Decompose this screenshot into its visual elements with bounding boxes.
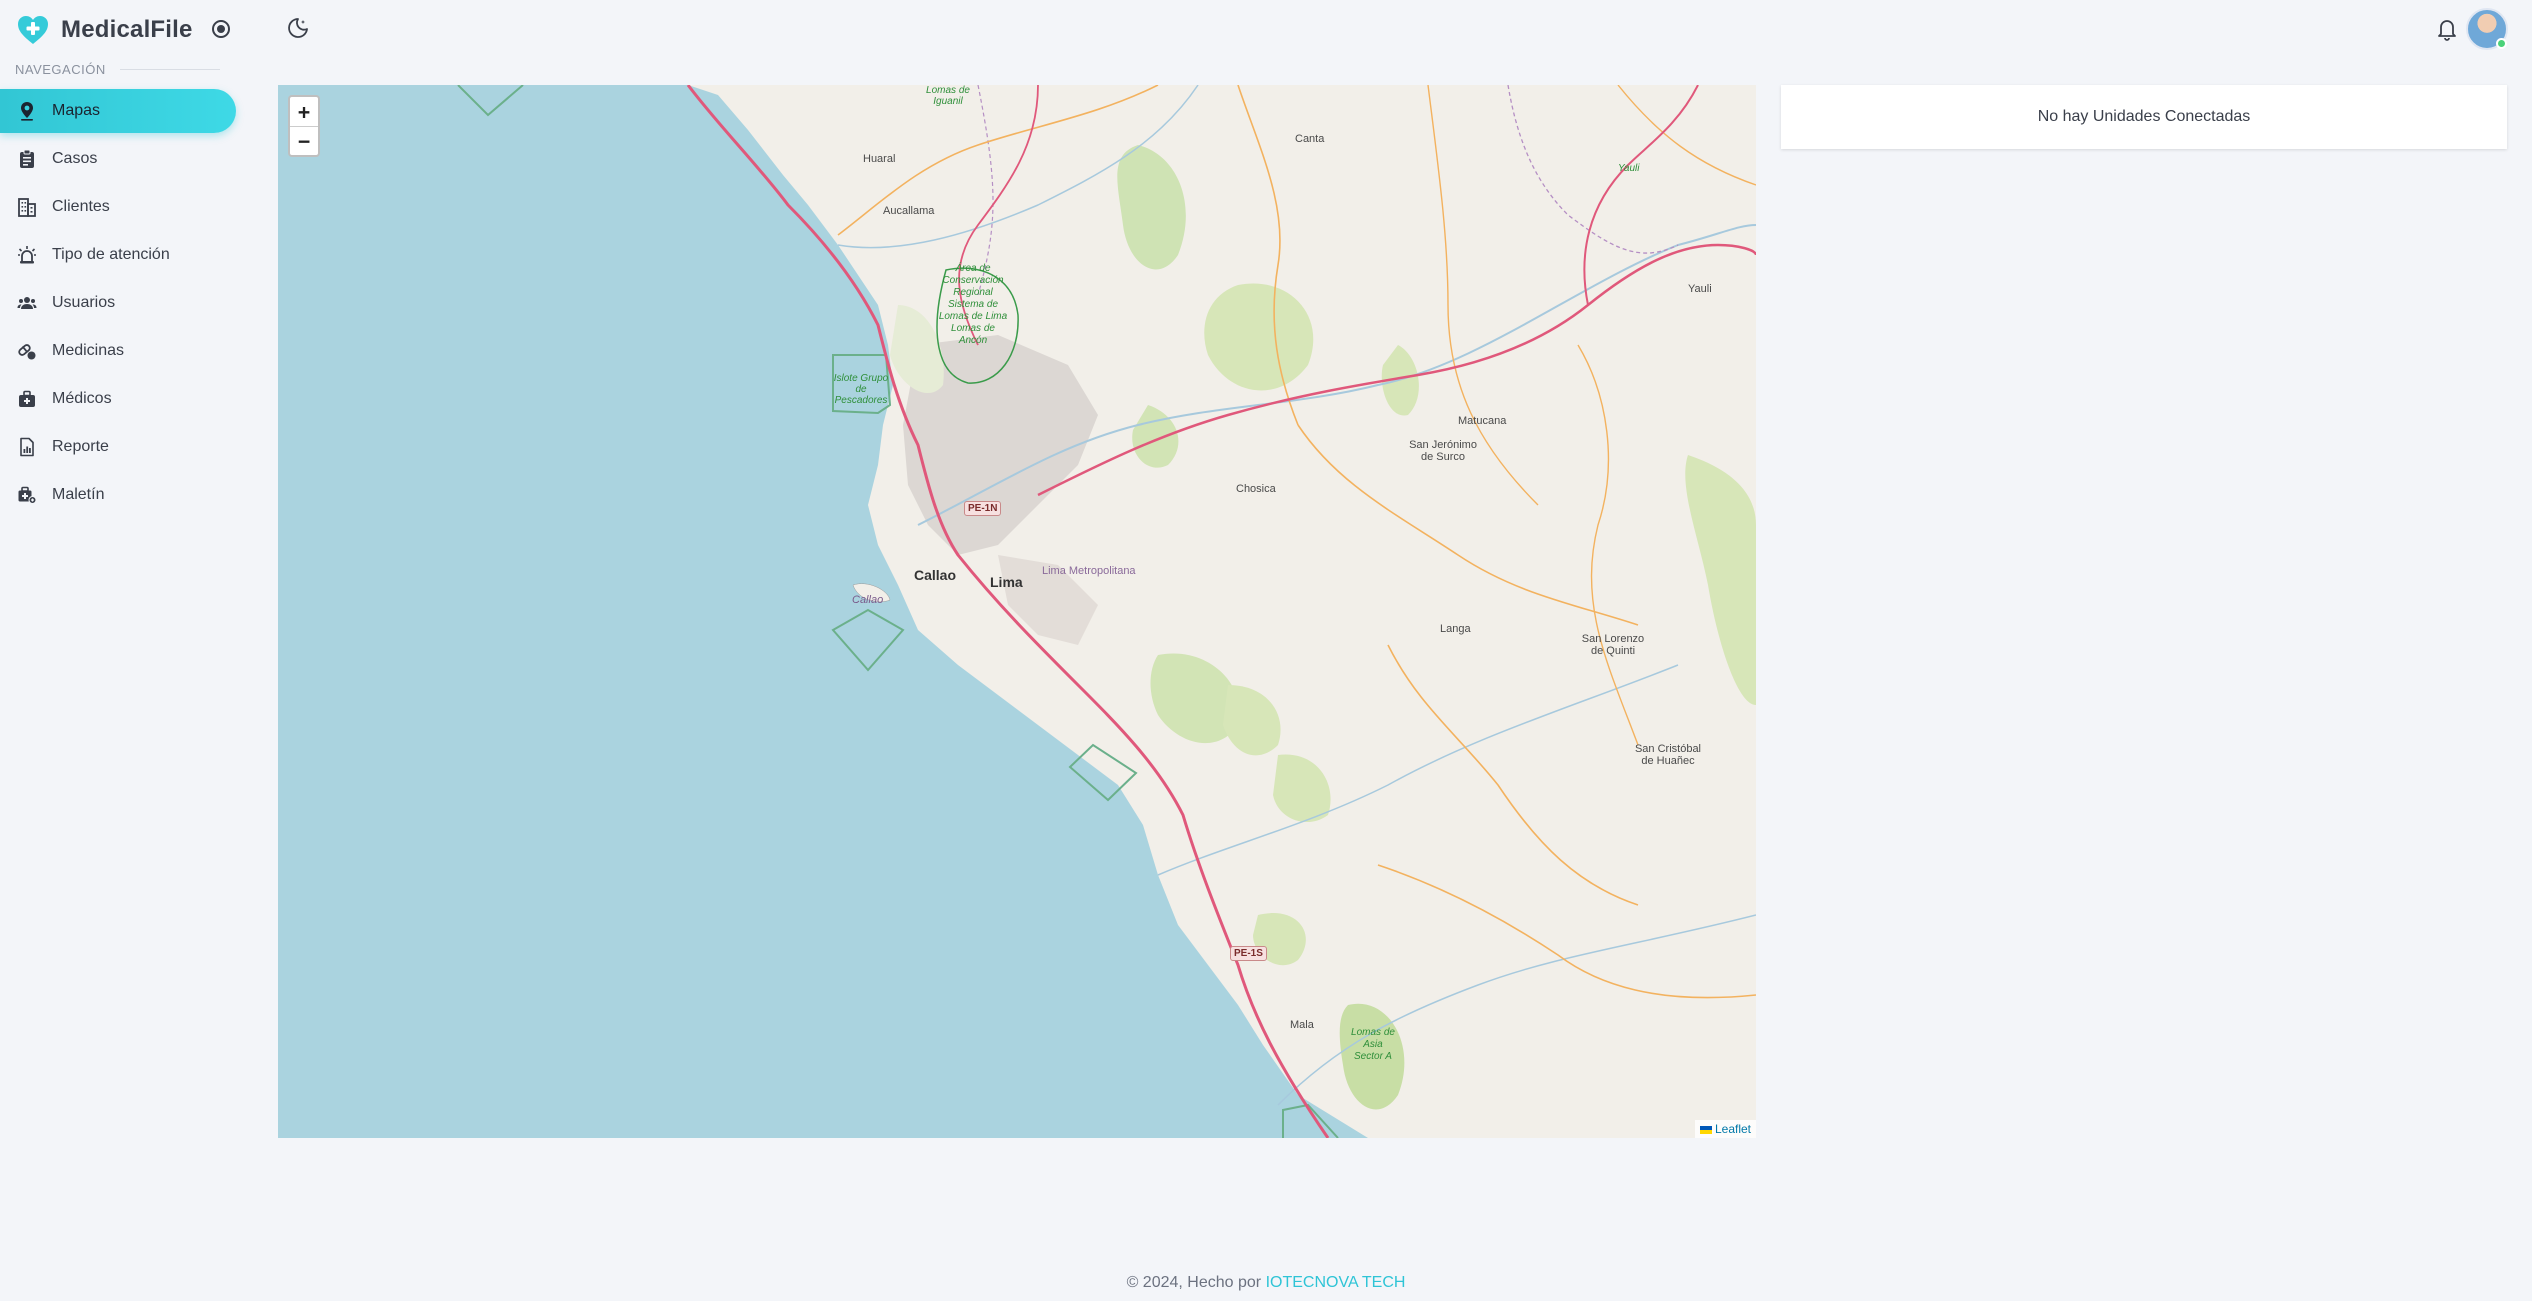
map-label-langa: Langa [1440, 623, 1471, 635]
footer: © 2024, Hecho por IOTECNOVA TECH [0, 1274, 2532, 1292]
map-label-islote: Islote Grupo de Pescadores [833, 373, 889, 406]
no-units-message: No hay Unidades Conectadas [2037, 108, 2251, 125]
connected-units-panel: No hay Unidades Conectadas [1781, 85, 2507, 149]
nav-heading: NAVEGACIÓN [15, 62, 220, 77]
map-pin-icon [21, 102, 33, 121]
notifications-bell-icon[interactable] [2435, 16, 2459, 42]
sidebar-item-medicos[interactable]: Médicos [0, 377, 236, 421]
dark-mode-moon-icon[interactable] [286, 16, 310, 40]
map-label-san-cristobal: San Cristóbal de Huañec [1634, 743, 1702, 767]
map-label-area-conservacion: Área de Conservación Regional Sistema de… [938, 263, 1008, 346]
map-label-san-lorenzo: San Lorenzo de Quinti [1581, 633, 1645, 657]
zoom-in-button[interactable]: + [290, 97, 318, 126]
sidebar-item-label: Usuarios [52, 294, 116, 311]
attribution-link[interactable]: Leaflet [1715, 1122, 1751, 1136]
map-label-mala: Mala [1290, 1019, 1314, 1031]
online-status-dot [2496, 38, 2507, 49]
map-zoom-control: + − [288, 95, 320, 157]
sidebar-item-label: Maletín [52, 486, 105, 503]
sidebar-item-label: Medicinas [52, 342, 125, 359]
map-label-lima-metropolitana: Lima Metropolitana [1042, 565, 1136, 577]
map-label-huaral: Huaral [863, 153, 896, 165]
buildings-icon [18, 198, 36, 217]
nav-heading-label: NAVEGACIÓN [15, 62, 106, 77]
map-label-chosica: Chosica [1236, 483, 1276, 495]
road-shield-pe1s: PE-1S [1230, 946, 1267, 961]
sidebar-item-casos[interactable]: Casos [0, 137, 236, 181]
sidebar-item-reporte[interactable]: Reporte [0, 425, 236, 469]
heart-plus-logo-icon [18, 16, 48, 44]
map-label-callao: Callao [914, 567, 957, 583]
siren-icon [18, 246, 36, 264]
ukraine-flag-icon [1699, 1125, 1712, 1134]
map-label-canta: Canta [1295, 133, 1325, 145]
sidebar-nav: Mapas Casos Clientes Tipo de atención Us… [0, 89, 236, 521]
report-icon [20, 437, 34, 457]
sidebar-item-mapas[interactable]: Mapas [0, 89, 236, 133]
sidebar-item-label: Médicos [52, 390, 112, 407]
sidebar-item-label: Tipo de atención [52, 246, 170, 263]
users-icon [17, 297, 37, 309]
map-label-callao-island: Callao [852, 594, 884, 606]
medical-kit-icon [18, 486, 37, 504]
top-bar: MedicalFile [0, 0, 2532, 60]
sidebar-item-maletin[interactable]: Maletín [0, 473, 236, 517]
road-shield-pe1n: PE-1N [964, 501, 1002, 516]
brand[interactable]: MedicalFile [15, 12, 193, 48]
map-label-san-jeronimo: San Jerónimo de Surco [1409, 439, 1477, 463]
sidebar-toggle-radio-icon[interactable] [210, 18, 232, 40]
map-label-lomas-iguanil: Lomas de Iguanil [926, 85, 970, 107]
footer-company-link[interactable]: IOTECNOVA TECH [1266, 1274, 1406, 1291]
map-label-yauli: Yauli [1688, 283, 1712, 295]
nav-heading-divider [119, 69, 220, 70]
map-tiles[interactable] [278, 85, 1756, 1138]
app-name: MedicalFile [61, 16, 193, 43]
footer-copyright: © 2024, Hecho por [1126, 1274, 1262, 1291]
zoom-out-button[interactable]: − [290, 126, 318, 155]
sidebar-item-label: Casos [52, 150, 98, 167]
map-label-lomas-asia: Lomas de Asia Sector A [1351, 1027, 1395, 1062]
sidebar-item-label: Reporte [52, 438, 109, 455]
sidebar-item-tipo-atencion[interactable]: Tipo de atención [0, 233, 236, 277]
sidebar-item-medicinas[interactable]: Medicinas [0, 329, 236, 373]
map-label-matucana: Matucana [1458, 415, 1507, 427]
medical-bag-icon [19, 390, 35, 407]
sidebar-item-clientes[interactable]: Clientes [0, 185, 236, 229]
sidebar-item-usuarios[interactable]: Usuarios [0, 281, 236, 325]
map-attribution: Leaflet [1694, 1120, 1756, 1138]
map-label-aucallama: Aucallama [883, 205, 935, 217]
pills-icon [18, 344, 36, 360]
map-label-yauli-top: Yauli [1618, 163, 1640, 174]
clipboard-icon [20, 149, 34, 168]
sidebar-item-label: Clientes [52, 198, 110, 215]
sidebar-item-label: Mapas [52, 102, 101, 119]
map-view[interactable]: Huaral Aucallama Canta Lomas de Iguanil … [278, 85, 1756, 1138]
map-label-lima: Lima [990, 574, 1023, 590]
